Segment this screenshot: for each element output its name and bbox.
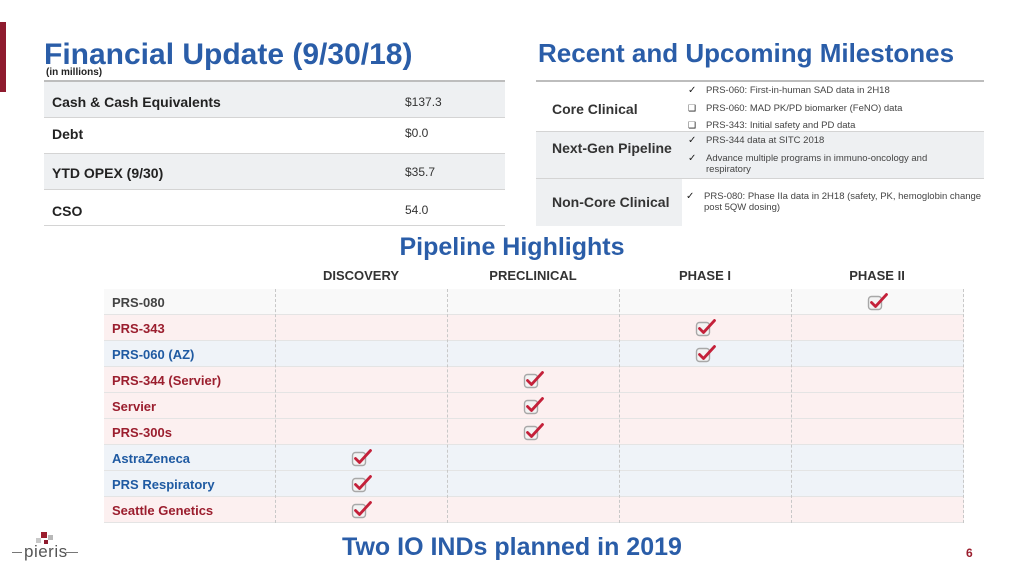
milestone-item: ❑ PRS-343: Initial safety and PD data (688, 120, 855, 131)
checkmark-icon: ✓ (688, 85, 697, 96)
program-name: PRS-060 (AZ) (112, 347, 195, 362)
checkmark-icon (351, 475, 372, 493)
checkmark-icon: ✓ (688, 153, 697, 164)
phase-header-preclinical: PRECLINICAL (489, 268, 577, 283)
grid-divider (275, 289, 276, 523)
financial-label: YTD OPEX (9/30) (52, 165, 164, 181)
checkmark-icon (351, 501, 372, 519)
pipeline-row: PRS Respiratory (104, 471, 964, 497)
financial-value: 54.0 (405, 203, 429, 217)
milestone-items: ✓ PRS-080: Phase IIa data in 2H18 (safet… (682, 179, 984, 226)
checkmark-icon (523, 371, 544, 389)
checkbox-icon: ❑ (688, 120, 697, 130)
checkmark-icon (695, 345, 716, 363)
pipeline-row: PRS-080 (104, 289, 964, 315)
milestone-category: Non-Core Clinical (552, 194, 670, 210)
checkmark-icon (351, 449, 372, 467)
page-number: 6 (966, 546, 973, 560)
grid-divider (447, 289, 448, 523)
checkmark-icon (523, 397, 544, 415)
phase-header-phase-1: PHASE I (678, 268, 731, 283)
grid-divider (791, 289, 792, 523)
milestone-text: PRS-344 data at SITC 2018 (706, 135, 825, 146)
milestone-text: Advance multiple programs in immuno-onco… (706, 153, 928, 175)
milestones-table: Core Clinical ✓ PRS-060: First-in-human … (536, 80, 984, 226)
financial-row: Debt $0.0 (44, 118, 505, 154)
milestone-text: PRS-080: Phase IIa data in 2H18 (safety,… (704, 191, 982, 213)
program-name: AstraZeneca (112, 451, 191, 466)
milestone-group-noncore: Non-Core Clinical ✓ PRS-080: Phase IIa d… (536, 178, 984, 226)
accent-bar (0, 22, 6, 92)
checkmark-icon: ✓ (688, 135, 697, 146)
financial-label: Debt (52, 126, 84, 142)
pipeline-row: Seattle Genetics (104, 497, 964, 523)
program-name: Servier (112, 399, 157, 414)
program-name: PRS-343 (112, 321, 165, 336)
financial-row: Cash & Cash Equivalents $137.3 (44, 82, 505, 118)
pipeline-row: PRS-060 (AZ) (104, 341, 964, 367)
milestone-items: ✓ PRS-344 data at SITC 2018 ✓ Advance mu… (684, 132, 984, 178)
financial-label: CSO (52, 203, 83, 219)
pipeline-row: AstraZeneca (104, 445, 964, 471)
phase-header-phase-2: PHASE II (849, 268, 905, 283)
milestone-category: Core Clinical (552, 101, 638, 117)
footer-headline: Two IO INDs planned in 2019 (342, 533, 682, 561)
grid-divider (619, 289, 620, 523)
checkmark-icon: ✓ (686, 191, 695, 202)
program-name: Seattle Genetics (112, 503, 214, 518)
milestone-group-core: Core Clinical ✓ PRS-060: First-in-human … (536, 80, 984, 132)
checkmark-icon (867, 293, 888, 311)
program-name: PRS Respiratory (112, 477, 215, 492)
financial-value: $137.3 (405, 95, 442, 109)
milestone-item: ✓ PRS-344 data at SITC 2018 (688, 135, 824, 146)
pipeline-row: PRS-343 (104, 315, 964, 341)
phase-header-discovery: DISCOVERY (322, 268, 400, 283)
financial-subtitle: (in millions) (46, 67, 103, 78)
financial-row: CSO 54.0 (44, 190, 505, 226)
milestone-item: ✓ Advance multiple programs in immuno-on… (688, 153, 948, 175)
milestone-category: Next-Gen Pipeline (552, 140, 672, 156)
milestone-text: PRS-343: Initial safety and PD data (706, 120, 856, 131)
checkmark-icon (695, 319, 716, 337)
milestone-group-nextgen: Next-Gen Pipeline ✓ PRS-344 data at SITC… (536, 132, 984, 178)
program-name: PRS-344 (Servier) (112, 373, 222, 388)
checkmark-icon (523, 423, 544, 441)
milestone-item: ✓ PRS-060: First-in-human SAD data in 2H… (688, 85, 890, 96)
program-name: PRS-300s (112, 425, 172, 440)
financial-row: YTD OPEX (9/30) $35.7 (44, 154, 505, 190)
pipeline-title: Pipeline Highlights (399, 233, 625, 261)
checkbox-icon: ❑ (688, 103, 697, 113)
milestone-text: PRS-060: MAD PK/PD biomarker (FeNO) data (706, 103, 903, 114)
program-name: PRS-080 (112, 295, 165, 310)
financial-value: $0.0 (405, 126, 429, 140)
milestone-item: ✓ PRS-080: Phase IIa data in 2H18 (safet… (686, 191, 986, 213)
financial-label: Cash & Cash Equivalents (52, 94, 221, 110)
milestone-text: PRS-060: First-in-human SAD data in 2H18 (706, 85, 890, 96)
milestone-item: ❑ PRS-060: MAD PK/PD biomarker (FeNO) da… (688, 103, 902, 114)
financial-table: Cash & Cash Equivalents $137.3 Debt $0.0… (44, 82, 505, 226)
financial-value: $35.7 (405, 165, 436, 179)
milestones-title: Recent and Upcoming Milestones (538, 38, 955, 68)
grid-divider (963, 289, 964, 523)
milestone-items: ✓ PRS-060: First-in-human SAD data in 2H… (684, 82, 984, 132)
